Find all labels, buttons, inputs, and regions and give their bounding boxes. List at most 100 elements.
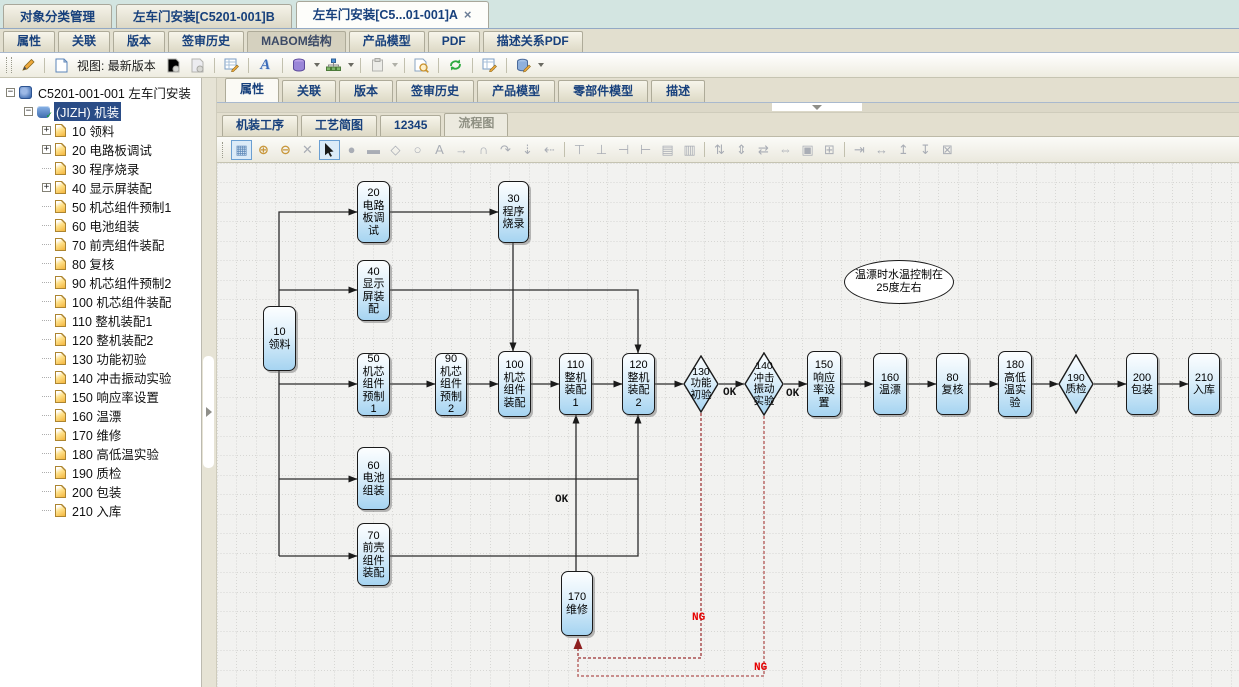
tree-item[interactable]: +20 电路板调试 <box>0 140 201 159</box>
cursor-icon[interactable] <box>319 140 340 160</box>
align-top-icon[interactable]: ⊤ <box>569 140 590 160</box>
diamond-icon[interactable]: ◇ <box>385 140 406 160</box>
rounded-rect-icon[interactable]: ▬ <box>363 140 384 160</box>
dropdown-caret-icon[interactable] <box>348 63 354 67</box>
equal-horizontal-icon[interactable]: ⇔ <box>775 140 796 160</box>
doc-tab-3[interactable]: 版本 <box>113 31 165 52</box>
center-icon[interactable]: ▣ <box>797 140 818 160</box>
flow-decision-130[interactable]: 130功能初验 <box>683 355 719 413</box>
tab-close-icon[interactable]: × <box>464 9 472 21</box>
object-tab-1[interactable]: 属性 <box>225 78 279 102</box>
flow-node-120[interactable]: 120整机装配2 <box>622 353 655 415</box>
zoom-in-icon[interactable]: ⊕ <box>253 140 274 160</box>
u-arrow-icon[interactable]: ∩ <box>473 140 494 160</box>
tree-item[interactable]: 160 温漂 <box>0 406 201 425</box>
horizontal-splitter[interactable] <box>217 103 1239 113</box>
equal-vertical-icon[interactable]: ⇕ <box>731 140 752 160</box>
flow-node-160[interactable]: 160温漂 <box>873 353 907 415</box>
flow-node-30[interactable]: 30程序烧录 <box>498 181 529 243</box>
flowchart-canvas[interactable]: 10领料 20电路板调试 30程序烧录 40显示屏装配 50机芯组件预制1 90机芯组件预… <box>217 163 1239 687</box>
text-icon[interactable]: A <box>429 140 450 160</box>
doc-tab-5[interactable]: MABOM结构 <box>247 31 346 52</box>
view-tab-3[interactable]: 12345 <box>380 115 441 136</box>
flow-node-90[interactable]: 90机芯组件预制2 <box>435 353 467 416</box>
flow-node-80[interactable]: 80复核 <box>936 353 969 415</box>
tree-item[interactable]: 30 程序烧录 <box>0 159 201 178</box>
align-bottom-icon[interactable]: ⊥ <box>591 140 612 160</box>
shrink-width-icon[interactable]: ⇥ <box>849 140 870 160</box>
flow-node-50[interactable]: 50机芯组件预制1 <box>357 353 390 416</box>
object-tab-7[interactable]: 描述 <box>651 80 705 102</box>
doc-tab-4[interactable]: 签审历史 <box>168 31 244 52</box>
collapse-icon[interactable]: − <box>24 107 33 116</box>
dropdown-caret-icon[interactable] <box>392 63 398 67</box>
object-tab-2[interactable]: 关联 <box>282 80 336 102</box>
splitter-collapse-handle[interactable] <box>772 103 862 111</box>
tree-group[interactable]: − (JIZH) 机装 <box>0 102 201 121</box>
dropdown-caret-icon[interactable] <box>538 63 544 67</box>
down-arrow-icon[interactable]: ⇣ <box>517 140 538 160</box>
tree-item[interactable]: +40 显示屏装配 <box>0 178 201 197</box>
tree-item[interactable]: 90 机芯组件预制2 <box>0 273 201 292</box>
straight-arrow-icon[interactable]: → <box>451 140 472 160</box>
tree-item[interactable]: 170 维修 <box>0 425 201 444</box>
check-out-icon[interactable] <box>187 56 208 75</box>
edit-pencil-icon[interactable] <box>17 56 38 75</box>
align-left-icon[interactable]: ⊣ <box>613 140 634 160</box>
grid-view-icon[interactable]: ▦ <box>231 140 252 160</box>
database-icon[interactable] <box>289 56 310 75</box>
same-height-icon[interactable]: ↧ <box>915 140 936 160</box>
preview-search-icon[interactable] <box>411 56 432 75</box>
tree-item[interactable]: 130 功能初验 <box>0 349 201 368</box>
tree-item[interactable]: 140 冲击振动实验 <box>0 368 201 387</box>
tree-item[interactable]: 50 机芯组件预制1 <box>0 197 201 216</box>
flow-node-20[interactable]: 20电路板调试 <box>357 181 390 243</box>
flow-node-60[interactable]: 60电池组装 <box>357 447 390 510</box>
object-tab-5[interactable]: 产品模型 <box>477 80 555 102</box>
flow-node-210[interactable]: 210入库 <box>1188 353 1220 415</box>
view-tab-2[interactable]: 工艺简图 <box>301 115 377 136</box>
curve-arrow-icon[interactable]: ↷ <box>495 140 516 160</box>
view-tab-1[interactable]: 机装工序 <box>222 115 298 136</box>
database-edit-icon[interactable] <box>513 56 534 75</box>
flow-decision-140[interactable]: 140冲击振动实验 <box>744 352 784 416</box>
flow-node-200[interactable]: 200包装 <box>1126 353 1158 415</box>
new-document-icon[interactable] <box>51 56 72 75</box>
distribute-h-icon[interactable]: ▤ <box>657 140 678 160</box>
window-tab-2[interactable]: 左车门安装[C5201-001]B <box>116 4 292 28</box>
tree-item[interactable]: 110 整机装配1 <box>0 311 201 330</box>
doc-tab-7[interactable]: PDF <box>428 31 480 52</box>
flow-node-170[interactable]: 170维修 <box>561 571 593 636</box>
flow-node-150[interactable]: 150响应率设置 <box>807 351 841 417</box>
tree-item[interactable]: 150 响应率设置 <box>0 387 201 406</box>
tree-root[interactable]: − C5201-001-001 左车门安装 <box>0 83 201 102</box>
tree-item[interactable]: 60 电池组装 <box>0 216 201 235</box>
doc-tab-6[interactable]: 产品模型 <box>349 31 425 52</box>
space-vertical-icon[interactable]: ⇅ <box>709 140 730 160</box>
collapse-icon[interactable]: − <box>6 88 15 97</box>
doc-tab-2[interactable]: 关联 <box>58 31 110 52</box>
expand-icon[interactable]: ⊞ <box>819 140 840 160</box>
zoom-out-icon[interactable]: ⊖ <box>275 140 296 160</box>
flow-node-100[interactable]: 100机芯组件装配 <box>498 351 531 417</box>
space-horizontal-icon[interactable]: ⇄ <box>753 140 774 160</box>
tree-item[interactable]: 190 质检 <box>0 463 201 482</box>
fit-icon[interactable]: ⊠ <box>937 140 958 160</box>
flow-node-40[interactable]: 40显示屏装配 <box>357 260 390 321</box>
delete-icon[interactable]: ✕ <box>297 140 318 160</box>
ellipse-outline-icon[interactable]: ○ <box>407 140 428 160</box>
tree-item[interactable]: 210 入库 <box>0 501 201 520</box>
object-tab-4[interactable]: 签审历史 <box>396 80 474 102</box>
expand-icon[interactable]: + <box>42 126 51 135</box>
flow-node-70[interactable]: 70前壳组件装配 <box>357 523 390 586</box>
align-right-icon[interactable]: ⊢ <box>635 140 656 160</box>
tree-item[interactable]: 70 前壳组件装配 <box>0 235 201 254</box>
check-in-icon[interactable] <box>163 56 184 75</box>
distribute-v-icon[interactable]: ▥ <box>679 140 700 160</box>
tree-item[interactable]: +10 领料 <box>0 121 201 140</box>
font-icon[interactable]: A <box>255 56 276 75</box>
flow-node-10[interactable]: 10领料 <box>263 306 296 371</box>
expand-icon[interactable]: + <box>42 145 51 154</box>
flow-node-110[interactable]: 110整机装配1 <box>559 353 592 415</box>
structure-icon[interactable] <box>323 56 344 75</box>
